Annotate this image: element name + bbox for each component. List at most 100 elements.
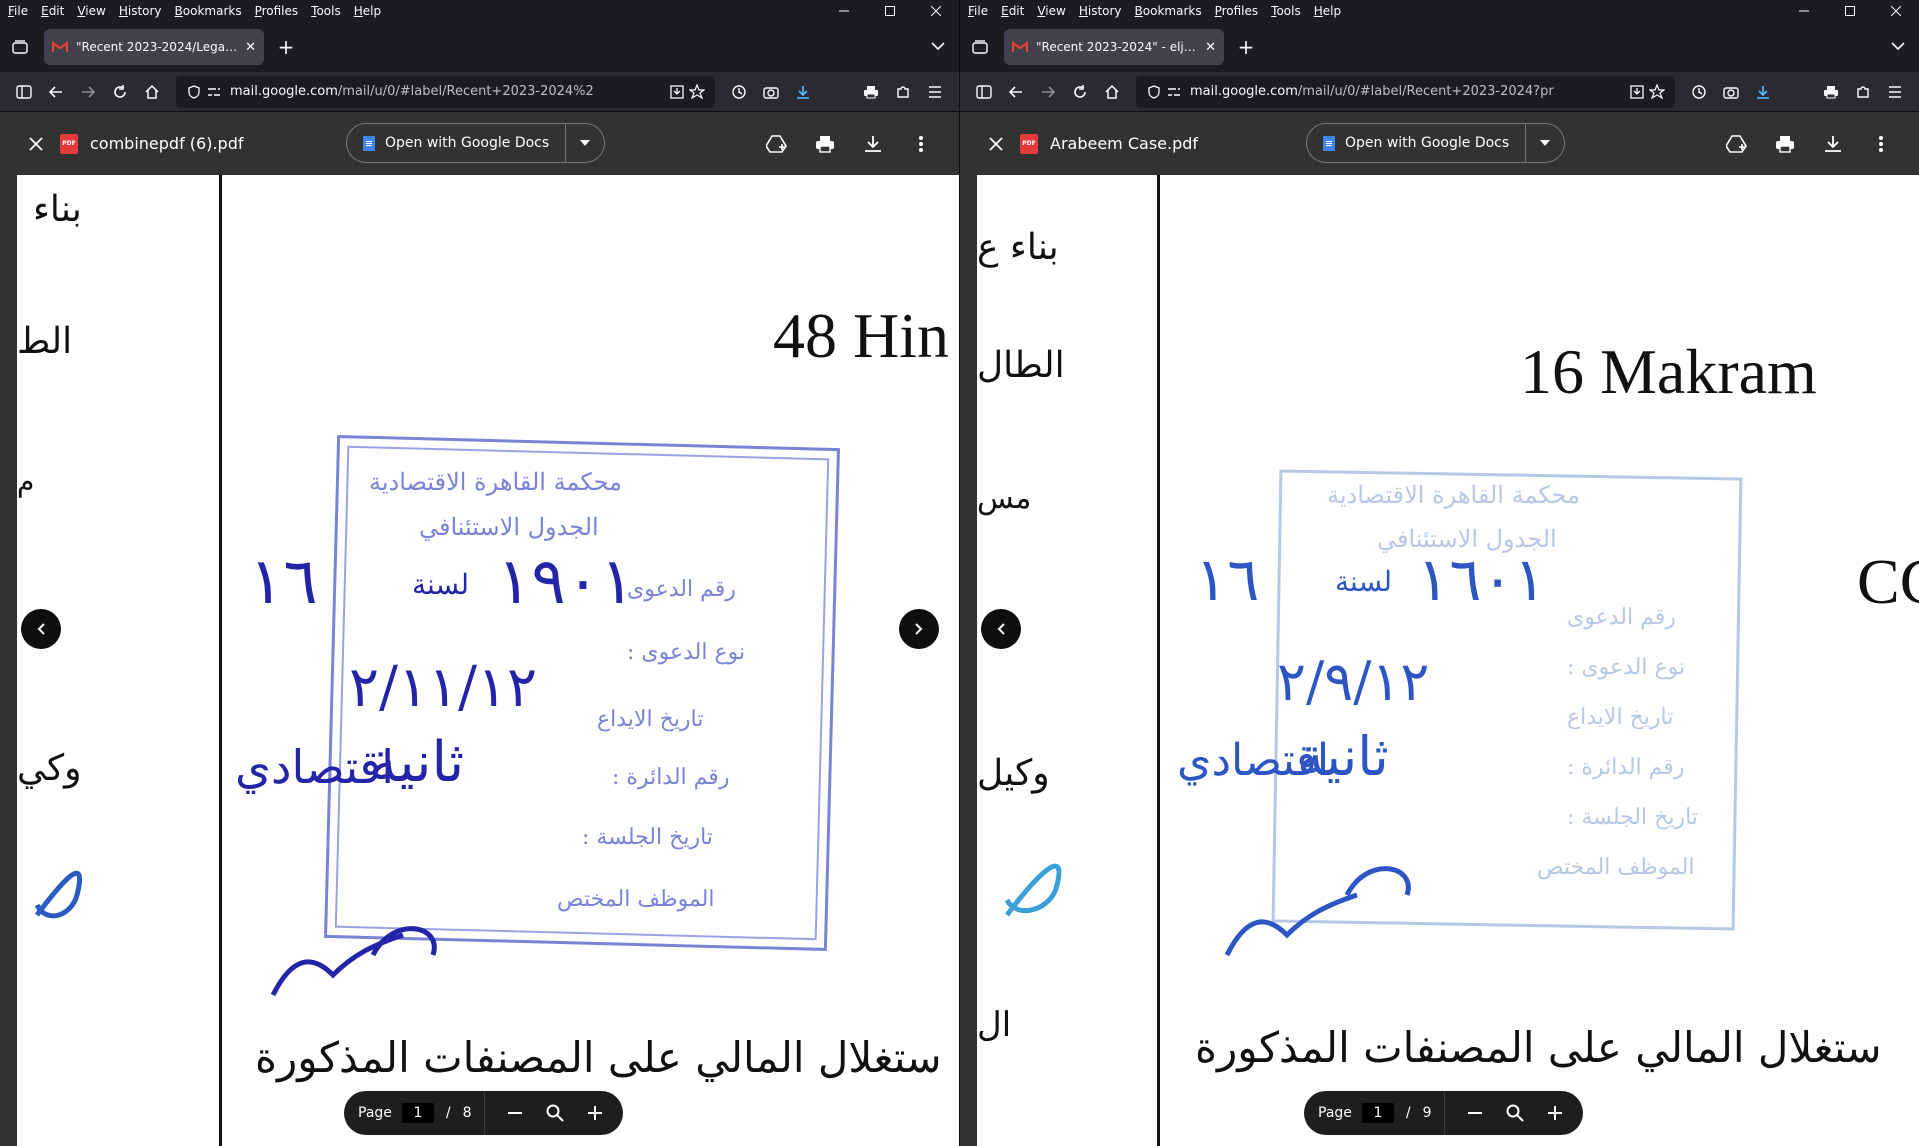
print-pdf-button[interactable] xyxy=(801,135,849,153)
site-info-icon[interactable] xyxy=(1164,86,1184,98)
page-number-input[interactable]: 1 xyxy=(401,1103,434,1123)
kebab-icon xyxy=(919,135,923,152)
hamburger-icon xyxy=(929,85,941,98)
menu-help[interactable]: Help xyxy=(354,4,381,18)
downloads-button[interactable] xyxy=(1747,76,1779,108)
bookmark-star-icon[interactable] xyxy=(687,83,707,100)
shield-icon[interactable] xyxy=(1144,84,1164,99)
new-tab-button[interactable]: + xyxy=(270,31,302,63)
tab-overflow-chevron-icon[interactable] xyxy=(931,36,945,55)
sidebar-toggle-button[interactable] xyxy=(968,76,1000,108)
zoom-reset-button[interactable] xyxy=(535,1104,575,1122)
page-action-download-icon[interactable] xyxy=(1627,84,1647,99)
menu-help[interactable]: Help xyxy=(1314,4,1341,18)
menu-history[interactable]: History xyxy=(119,4,162,18)
print-pdf-button[interactable] xyxy=(1761,135,1809,153)
minimize-button[interactable] xyxy=(821,0,867,22)
menu-bookmarks[interactable]: Bookmarks xyxy=(1135,4,1202,18)
next-file-button[interactable] xyxy=(899,609,939,649)
open-with-dropdown-button[interactable] xyxy=(566,124,604,162)
menu-tools[interactable]: Tools xyxy=(1271,4,1301,18)
doc-word: مس xyxy=(977,481,1032,516)
extensions-button[interactable] xyxy=(1847,76,1879,108)
zoom-out-button[interactable] xyxy=(1455,1112,1495,1114)
home-button[interactable] xyxy=(136,76,168,108)
sidebar-toggle-button[interactable] xyxy=(8,76,40,108)
list-all-tabs-button[interactable] xyxy=(0,40,40,54)
new-tab-button[interactable]: + xyxy=(1230,31,1262,63)
previous-file-button[interactable] xyxy=(21,609,61,649)
open-with-google-docs: Open with Google Docs xyxy=(346,123,606,163)
download-pdf-button[interactable] xyxy=(849,135,897,153)
zoom-in-button[interactable] xyxy=(1535,1106,1575,1120)
app-menu-button[interactable] xyxy=(1879,76,1911,108)
url-bar[interactable]: mail.google.com/mail/u/0/#label/Recent+2… xyxy=(176,75,715,108)
print-button[interactable] xyxy=(855,76,887,108)
printer-icon xyxy=(1824,85,1838,98)
back-button[interactable] xyxy=(1000,76,1032,108)
home-button[interactable] xyxy=(1096,76,1128,108)
url-bar[interactable]: mail.google.com/mail/u/0/#label/Recent+2… xyxy=(1136,75,1675,108)
menu-profiles[interactable]: Profiles xyxy=(255,4,299,18)
gmail-icon xyxy=(1012,41,1028,52)
url-host: mail.google.com xyxy=(230,84,338,99)
tab-gmail-label[interactable]: "Recent 2023-2024" - eljolow@ ✕ xyxy=(1004,29,1224,65)
app-menu-button[interactable] xyxy=(919,76,951,108)
page-action-download-icon[interactable] xyxy=(667,84,687,99)
close-preview-button[interactable] xyxy=(972,136,1020,151)
close-preview-button[interactable] xyxy=(12,136,60,151)
add-to-drive-button[interactable] xyxy=(1713,134,1761,154)
bookmark-star-icon[interactable] xyxy=(1647,83,1667,100)
menu-file[interactable]: File xyxy=(8,4,28,18)
extensions-button[interactable] xyxy=(887,76,919,108)
maximize-button[interactable] xyxy=(1827,0,1873,22)
list-all-tabs-button[interactable] xyxy=(960,40,1000,54)
forward-button[interactable] xyxy=(1032,76,1064,108)
pdf-page-area[interactable]: بناء ع الطال مس وكيل ال 16 Makram CC محك… xyxy=(960,175,1919,1146)
previous-file-button[interactable] xyxy=(981,609,1021,649)
pdf-page-area[interactable]: بناء الط م وكي 48 Hin محكمة القاهرة الاق… xyxy=(0,175,959,1146)
back-button[interactable] xyxy=(40,76,72,108)
tab-close-icon[interactable]: ✕ xyxy=(1205,40,1216,55)
zoom-reset-button[interactable] xyxy=(1495,1104,1535,1122)
more-options-button[interactable] xyxy=(897,135,945,152)
menu-file[interactable]: File xyxy=(968,4,988,18)
doc-heading: 16 Makram xyxy=(1520,336,1817,407)
menu-view[interactable]: View xyxy=(1037,4,1065,18)
add-to-drive-button[interactable] xyxy=(753,134,801,154)
download-pdf-button[interactable] xyxy=(1809,135,1857,153)
maximize-button[interactable] xyxy=(867,0,913,22)
screenshot-button[interactable] xyxy=(1715,76,1747,108)
pdf-toolbar: PDF combinepdf (6).pdf Open with Google … xyxy=(0,112,959,175)
open-with-dropdown-button[interactable] xyxy=(1526,124,1564,162)
menu-view[interactable]: View xyxy=(77,4,105,18)
close-window-button[interactable] xyxy=(913,0,959,22)
menu-edit[interactable]: Edit xyxy=(41,4,64,18)
tab-close-icon[interactable]: ✕ xyxy=(245,40,256,55)
zoom-in-button[interactable] xyxy=(575,1106,615,1120)
open-with-google-docs-button[interactable]: Open with Google Docs xyxy=(1307,124,1525,162)
menu-bookmarks[interactable]: Bookmarks xyxy=(175,4,242,18)
tab-overflow-chevron-icon[interactable] xyxy=(1891,36,1905,55)
print-button[interactable] xyxy=(1815,76,1847,108)
page-number-input[interactable]: 1 xyxy=(1361,1103,1394,1123)
downloads-button[interactable] xyxy=(787,76,819,108)
history-button[interactable] xyxy=(1683,76,1715,108)
close-window-button[interactable] xyxy=(1873,0,1919,22)
menu-profiles[interactable]: Profiles xyxy=(1215,4,1259,18)
shield-icon[interactable] xyxy=(184,84,204,99)
minimize-button[interactable] xyxy=(1781,0,1827,22)
zoom-out-button[interactable] xyxy=(495,1112,535,1114)
menu-history[interactable]: History xyxy=(1079,4,1122,18)
screenshot-button[interactable] xyxy=(755,76,787,108)
menu-edit[interactable]: Edit xyxy=(1001,4,1024,18)
site-info-icon[interactable] xyxy=(204,86,224,98)
forward-button[interactable] xyxy=(72,76,104,108)
reload-button[interactable] xyxy=(104,76,136,108)
reload-button[interactable] xyxy=(1064,76,1096,108)
menu-tools[interactable]: Tools xyxy=(311,4,341,18)
tab-gmail-label[interactable]: "Recent 2023-2024/Legal Violat ✕ xyxy=(44,29,264,65)
open-with-google-docs-button[interactable]: Open with Google Docs xyxy=(347,124,565,162)
more-options-button[interactable] xyxy=(1857,135,1905,152)
history-button[interactable] xyxy=(723,76,755,108)
